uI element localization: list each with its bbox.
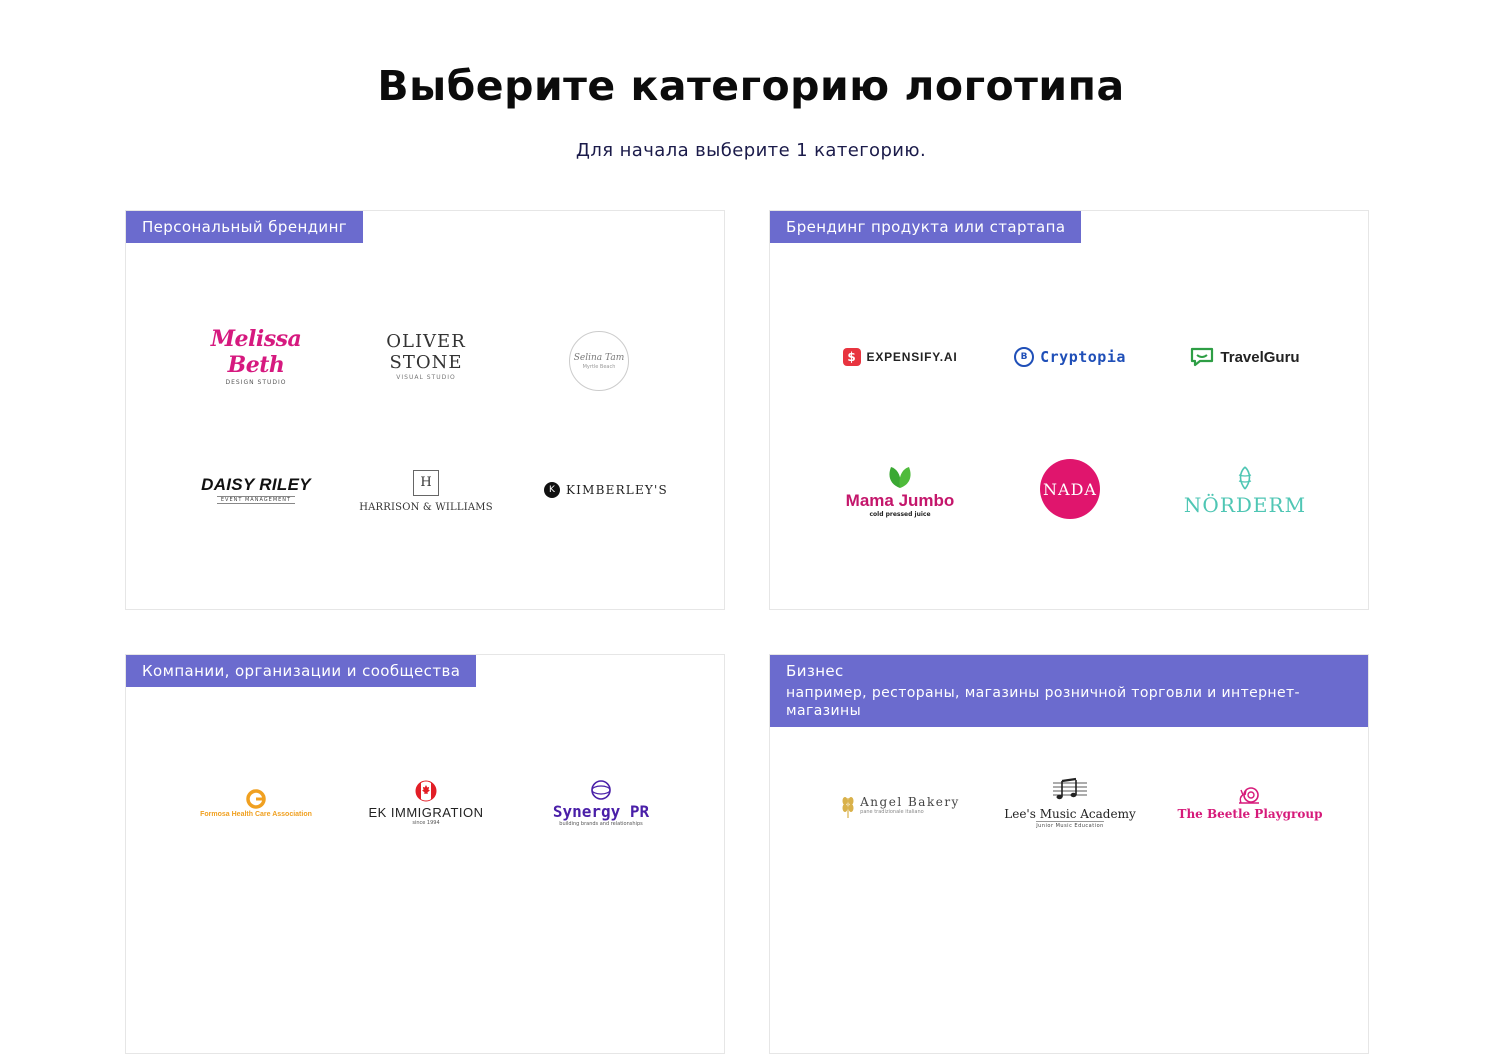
logo-norderm: NÖRDERM <box>1175 461 1315 521</box>
logo-oliver-stone: OLIVER STONE VISUAL STUDIO <box>386 331 466 381</box>
category-card-companies-organizations[interactable]: Компании, организации и сообщества Formo… <box>125 654 725 1054</box>
maple-leaf-flag-icon <box>415 780 437 802</box>
logo-cryptopia: B Cryptopia <box>1000 345 1140 369</box>
category-label-title: Бизнес <box>786 662 844 680</box>
chat-smile-icon <box>1191 347 1214 367</box>
category-label: Брендинг продукта или стартапа <box>770 211 1082 243</box>
logo-travelguru: TravelGuru <box>1175 345 1315 369</box>
wheat-icon <box>842 797 854 818</box>
category-label: Компании, организации и сообщества <box>126 655 477 687</box>
category-card-product-startup-branding[interactable]: Брендинг продукта или стартапа $ EXPENSI… <box>769 210 1369 610</box>
category-label: Бизнес например, рестораны, магазины роз… <box>770 655 1368 727</box>
coin-icon: B <box>1014 347 1035 367</box>
category-card-business[interactable]: Бизнес например, рестораны, магазины роз… <box>769 654 1369 1054</box>
logo-mama-jumbo: Mama Jumbo cold pressed juice <box>830 457 970 523</box>
logo-angel-bakery: Angel Bakery pane tradizionale italiano <box>830 787 970 823</box>
logo-formosa-health-care: Formosa Health Care Association <box>181 783 331 823</box>
monogram-k-icon: K <box>544 482 560 498</box>
logo-beetle-playgroup: The Beetle Playgroup <box>1175 779 1325 827</box>
logo-lees-music-academy: Lee's Music Academy Junior Music Educati… <box>1000 771 1140 835</box>
logo-ek-immigration: EK IMMIGRATION since 1994 <box>351 777 501 829</box>
music-notes-icon <box>1053 777 1087 800</box>
snail-icon <box>1239 787 1259 804</box>
page-title: Выберите категорию логотипа <box>377 62 1125 110</box>
category-label-subtitle: например, рестораны, магазины розничной … <box>786 685 1300 719</box>
monogram-h-icon: H <box>413 469 439 496</box>
category-card-personal-branding[interactable]: Персональный брендинг Melissa Beth DESIG… <box>125 210 725 610</box>
logo-kimberleys: K KIMBERLEY'S <box>526 477 686 503</box>
leaf-icon <box>889 466 911 488</box>
dollar-badge-icon: $ <box>842 348 861 366</box>
circle-ring-icon <box>591 780 611 800</box>
logo-daisy-riley: DAISY RILEY EVENT MANAGEMENT <box>201 474 311 504</box>
category-label: Персональный брендинг <box>126 211 364 243</box>
logo-selina-tam: Selina Tam Myrtle Beach <box>569 331 629 391</box>
swirl-icon <box>246 788 266 809</box>
logo-nada: NADA <box>1040 459 1100 519</box>
leaf-wave-icon <box>1238 466 1252 490</box>
logo-expensify: $ EXPENSIFY.AI <box>830 345 970 369</box>
logo-synergy-pr: Synergy PR building brands and relations… <box>526 773 676 833</box>
page-subtitle: Для начала выберите 1 категорию. <box>575 140 927 161</box>
logo-harrison-williams: H HARRISON & WILLIAMS <box>351 465 501 517</box>
logo-melissa-beth: Melissa Beth DESIGN STUDIO <box>210 326 302 386</box>
